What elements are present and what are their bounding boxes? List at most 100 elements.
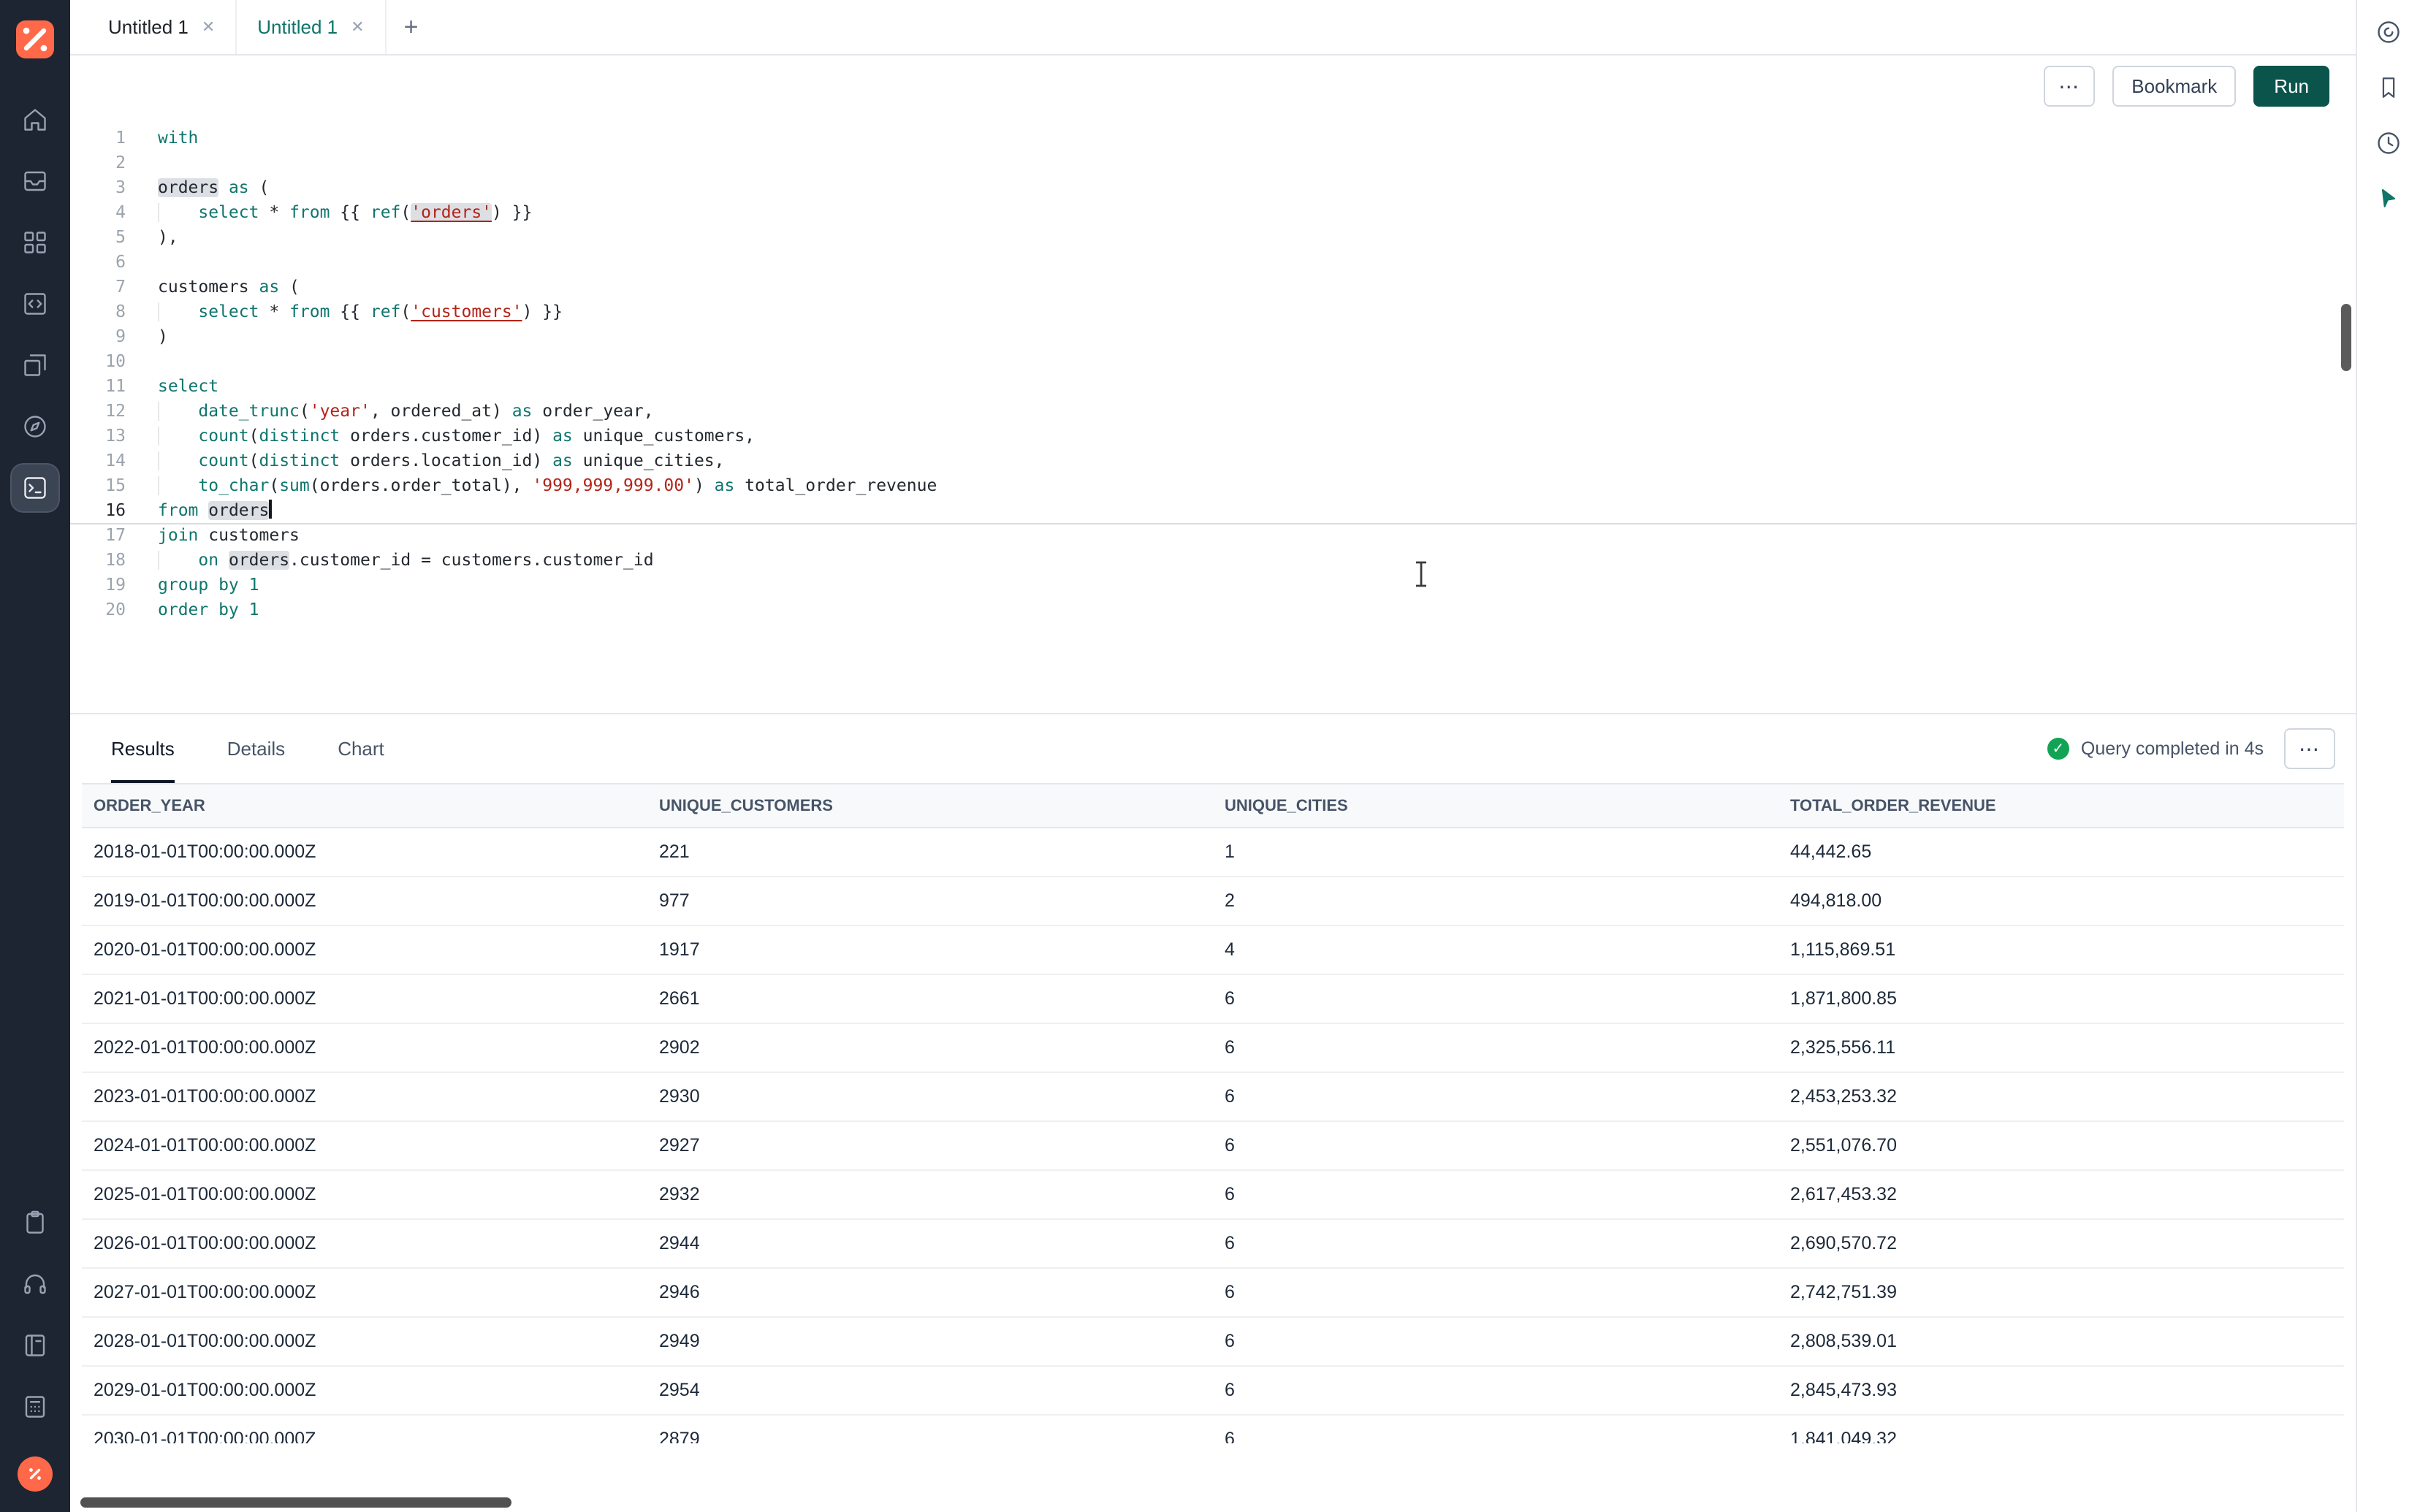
- main-area: Untitled 1 ✕ Untitled 1 ✕ + ⋯ Bookmark R…: [70, 0, 2356, 1512]
- line-number: 3: [70, 175, 146, 200]
- editor-tab-1[interactable]: Untitled 1 ✕: [88, 0, 237, 54]
- layers-icon: [22, 352, 48, 378]
- code-line[interactable]: 20order by 1: [70, 597, 2356, 622]
- table-row[interactable]: 2022-01-01T00:00:00.000Z290262,325,556.1…: [82, 1023, 2344, 1072]
- table-cell: 2932: [647, 1170, 1213, 1219]
- sidebar-item-terminal[interactable]: [12, 465, 58, 511]
- sidebar-item-keypad[interactable]: [12, 1383, 58, 1430]
- code-line[interactable]: 18 on orders.customer_id = customers.cus…: [70, 548, 2356, 573]
- table-cell: 2944: [647, 1219, 1213, 1268]
- column-header[interactable]: UNIQUE_CITIES: [1213, 784, 1778, 828]
- sql-editor[interactable]: 1with23orders as (4 select * from {{ ref…: [70, 117, 2356, 713]
- results-more-button[interactable]: ⋯: [2284, 728, 2335, 769]
- table-row[interactable]: 2025-01-01T00:00:00.000Z293262,617,453.3…: [82, 1170, 2344, 1219]
- table-cell: 2023-01-01T00:00:00.000Z: [82, 1072, 647, 1121]
- table-cell: 2,551,076.70: [1778, 1121, 2344, 1170]
- table-row[interactable]: 2018-01-01T00:00:00.000Z221144,442.65: [82, 828, 2344, 877]
- table-cell: 2025-01-01T00:00:00.000Z: [82, 1170, 647, 1219]
- sidebar-item-clipboard[interactable]: [12, 1199, 58, 1246]
- table-cell: 2661: [647, 974, 1213, 1023]
- table-cell: 2,325,556.11: [1778, 1023, 2344, 1072]
- editor-vertical-scrollbar[interactable]: [2341, 304, 2351, 371]
- table-row[interactable]: 2029-01-01T00:00:00.000Z295462,845,473.9…: [82, 1366, 2344, 1415]
- code-line[interactable]: 13 count(distinct orders.customer_id) as…: [70, 424, 2356, 448]
- sidebar-item-home[interactable]: [12, 96, 58, 143]
- history-button[interactable]: [2368, 123, 2409, 164]
- table-row[interactable]: 2024-01-01T00:00:00.000Z292762,551,076.7…: [82, 1121, 2344, 1170]
- code-line[interactable]: 12 date_trunc('year', ordered_at) as ord…: [70, 399, 2356, 424]
- more-options-button[interactable]: ⋯: [2044, 66, 2095, 107]
- dbt-logo-icon[interactable]: [16, 20, 54, 58]
- horizontal-scrollbar[interactable]: [80, 1497, 511, 1508]
- code-line[interactable]: 10: [70, 349, 2356, 374]
- code-line[interactable]: 7customers as (: [70, 275, 2356, 299]
- tab-results[interactable]: Results: [111, 714, 175, 783]
- code-line[interactable]: 3orders as (: [70, 175, 2356, 200]
- line-number: 12: [70, 399, 146, 424]
- sidebar-item-projects[interactable]: [12, 158, 58, 205]
- table-row[interactable]: 2019-01-01T00:00:00.000Z9772494,818.00: [82, 877, 2344, 925]
- table-cell: 2902: [647, 1023, 1213, 1072]
- bookmark-button[interactable]: Bookmark: [2112, 66, 2236, 107]
- pointer-mode-button[interactable]: [2368, 178, 2409, 219]
- sidebar-item-apps[interactable]: [12, 219, 58, 266]
- code-line[interactable]: 4 select * from {{ ref('orders') }}: [70, 200, 2356, 225]
- sidebar-item-explore[interactable]: [12, 403, 58, 450]
- close-icon[interactable]: ✕: [202, 18, 215, 37]
- table-row[interactable]: 2028-01-01T00:00:00.000Z294962,808,539.0…: [82, 1317, 2344, 1366]
- code-line[interactable]: 6: [70, 250, 2356, 275]
- results-table-scroll[interactable]: 2018-01-01T00:00:00.000Z221144,442.65201…: [82, 828, 2344, 1443]
- editor-tab-2[interactable]: Untitled 1 ✕: [237, 0, 386, 54]
- close-icon[interactable]: ✕: [351, 18, 364, 37]
- table-cell: 1,115,869.51: [1778, 925, 2344, 974]
- code-line[interactable]: 2: [70, 150, 2356, 175]
- table-row[interactable]: 2020-01-01T00:00:00.000Z191741,115,869.5…: [82, 925, 2344, 974]
- results-table-head-row: ORDER_YEARUNIQUE_CUSTOMERSUNIQUE_CITIEST…: [82, 784, 2344, 828]
- table-cell: 6: [1213, 1317, 1778, 1366]
- table-row[interactable]: 2030-01-01T00:00:00.000Z287961,841,049.3…: [82, 1415, 2344, 1443]
- results-table-body: 2018-01-01T00:00:00.000Z221144,442.65201…: [82, 828, 2344, 1443]
- code-line[interactable]: 8 select * from {{ ref('customers') }}: [70, 299, 2356, 324]
- code-line[interactable]: 15 to_char(sum(orders.order_total), '999…: [70, 473, 2356, 498]
- left-sidebar: [0, 0, 70, 1512]
- table-row[interactable]: 2026-01-01T00:00:00.000Z294462,690,570.7…: [82, 1219, 2344, 1268]
- code-line[interactable]: 14 count(distinct orders.location_id) as…: [70, 448, 2356, 473]
- table-cell: 2946: [647, 1268, 1213, 1317]
- run-button[interactable]: Run: [2253, 66, 2329, 107]
- table-cell: 6: [1213, 1023, 1778, 1072]
- home-icon: [22, 107, 48, 133]
- code-line[interactable]: 1with: [70, 126, 2356, 150]
- table-row[interactable]: 2021-01-01T00:00:00.000Z266161,871,800.8…: [82, 974, 2344, 1023]
- app-window: Untitled 1 ✕ Untitled 1 ✕ + ⋯ Bookmark R…: [0, 0, 2420, 1512]
- column-header[interactable]: UNIQUE_CUSTOMERS: [647, 784, 1213, 828]
- column-header[interactable]: ORDER_YEAR: [82, 784, 647, 828]
- new-tab-button[interactable]: +: [387, 0, 436, 54]
- code-line[interactable]: 16from orders: [70, 498, 2356, 523]
- results-table-wrap: ORDER_YEARUNIQUE_CUSTOMERSUNIQUE_CITIEST…: [82, 783, 2344, 1443]
- copilot-button[interactable]: [2368, 12, 2409, 53]
- table-row[interactable]: 2027-01-01T00:00:00.000Z294662,742,751.3…: [82, 1268, 2344, 1317]
- account-avatar[interactable]: [18, 1456, 53, 1492]
- sidebar-item-support[interactable]: [12, 1261, 58, 1307]
- code-line[interactable]: 17join customers: [70, 523, 2356, 548]
- table-cell: 2879: [647, 1415, 1213, 1443]
- sidebar-item-code[interactable]: [12, 280, 58, 327]
- tab-chart[interactable]: Chart: [338, 714, 384, 783]
- sidebar-item-windows[interactable]: [12, 342, 58, 389]
- tab-details[interactable]: Details: [227, 714, 285, 783]
- table-row[interactable]: 2023-01-01T00:00:00.000Z293062,453,253.3…: [82, 1072, 2344, 1121]
- code-line[interactable]: 11select: [70, 374, 2356, 399]
- table-cell: 2028-01-01T00:00:00.000Z: [82, 1317, 647, 1366]
- table-cell: 2020-01-01T00:00:00.000Z: [82, 925, 647, 974]
- code-line-content: [146, 250, 158, 275]
- results-tabs: Results Details Chart: [111, 714, 384, 783]
- code-line[interactable]: 9): [70, 324, 2356, 349]
- column-header[interactable]: TOTAL_ORDER_REVENUE: [1778, 784, 2344, 828]
- code-line[interactable]: 19group by 1: [70, 573, 2356, 597]
- table-cell: 1: [1213, 828, 1778, 877]
- code-line[interactable]: 5),: [70, 225, 2356, 250]
- table-cell: 2,617,453.32: [1778, 1170, 2344, 1219]
- sidebar-item-docs[interactable]: [12, 1322, 58, 1369]
- table-cell: 2027-01-01T00:00:00.000Z: [82, 1268, 647, 1317]
- bookmarks-button[interactable]: [2368, 67, 2409, 108]
